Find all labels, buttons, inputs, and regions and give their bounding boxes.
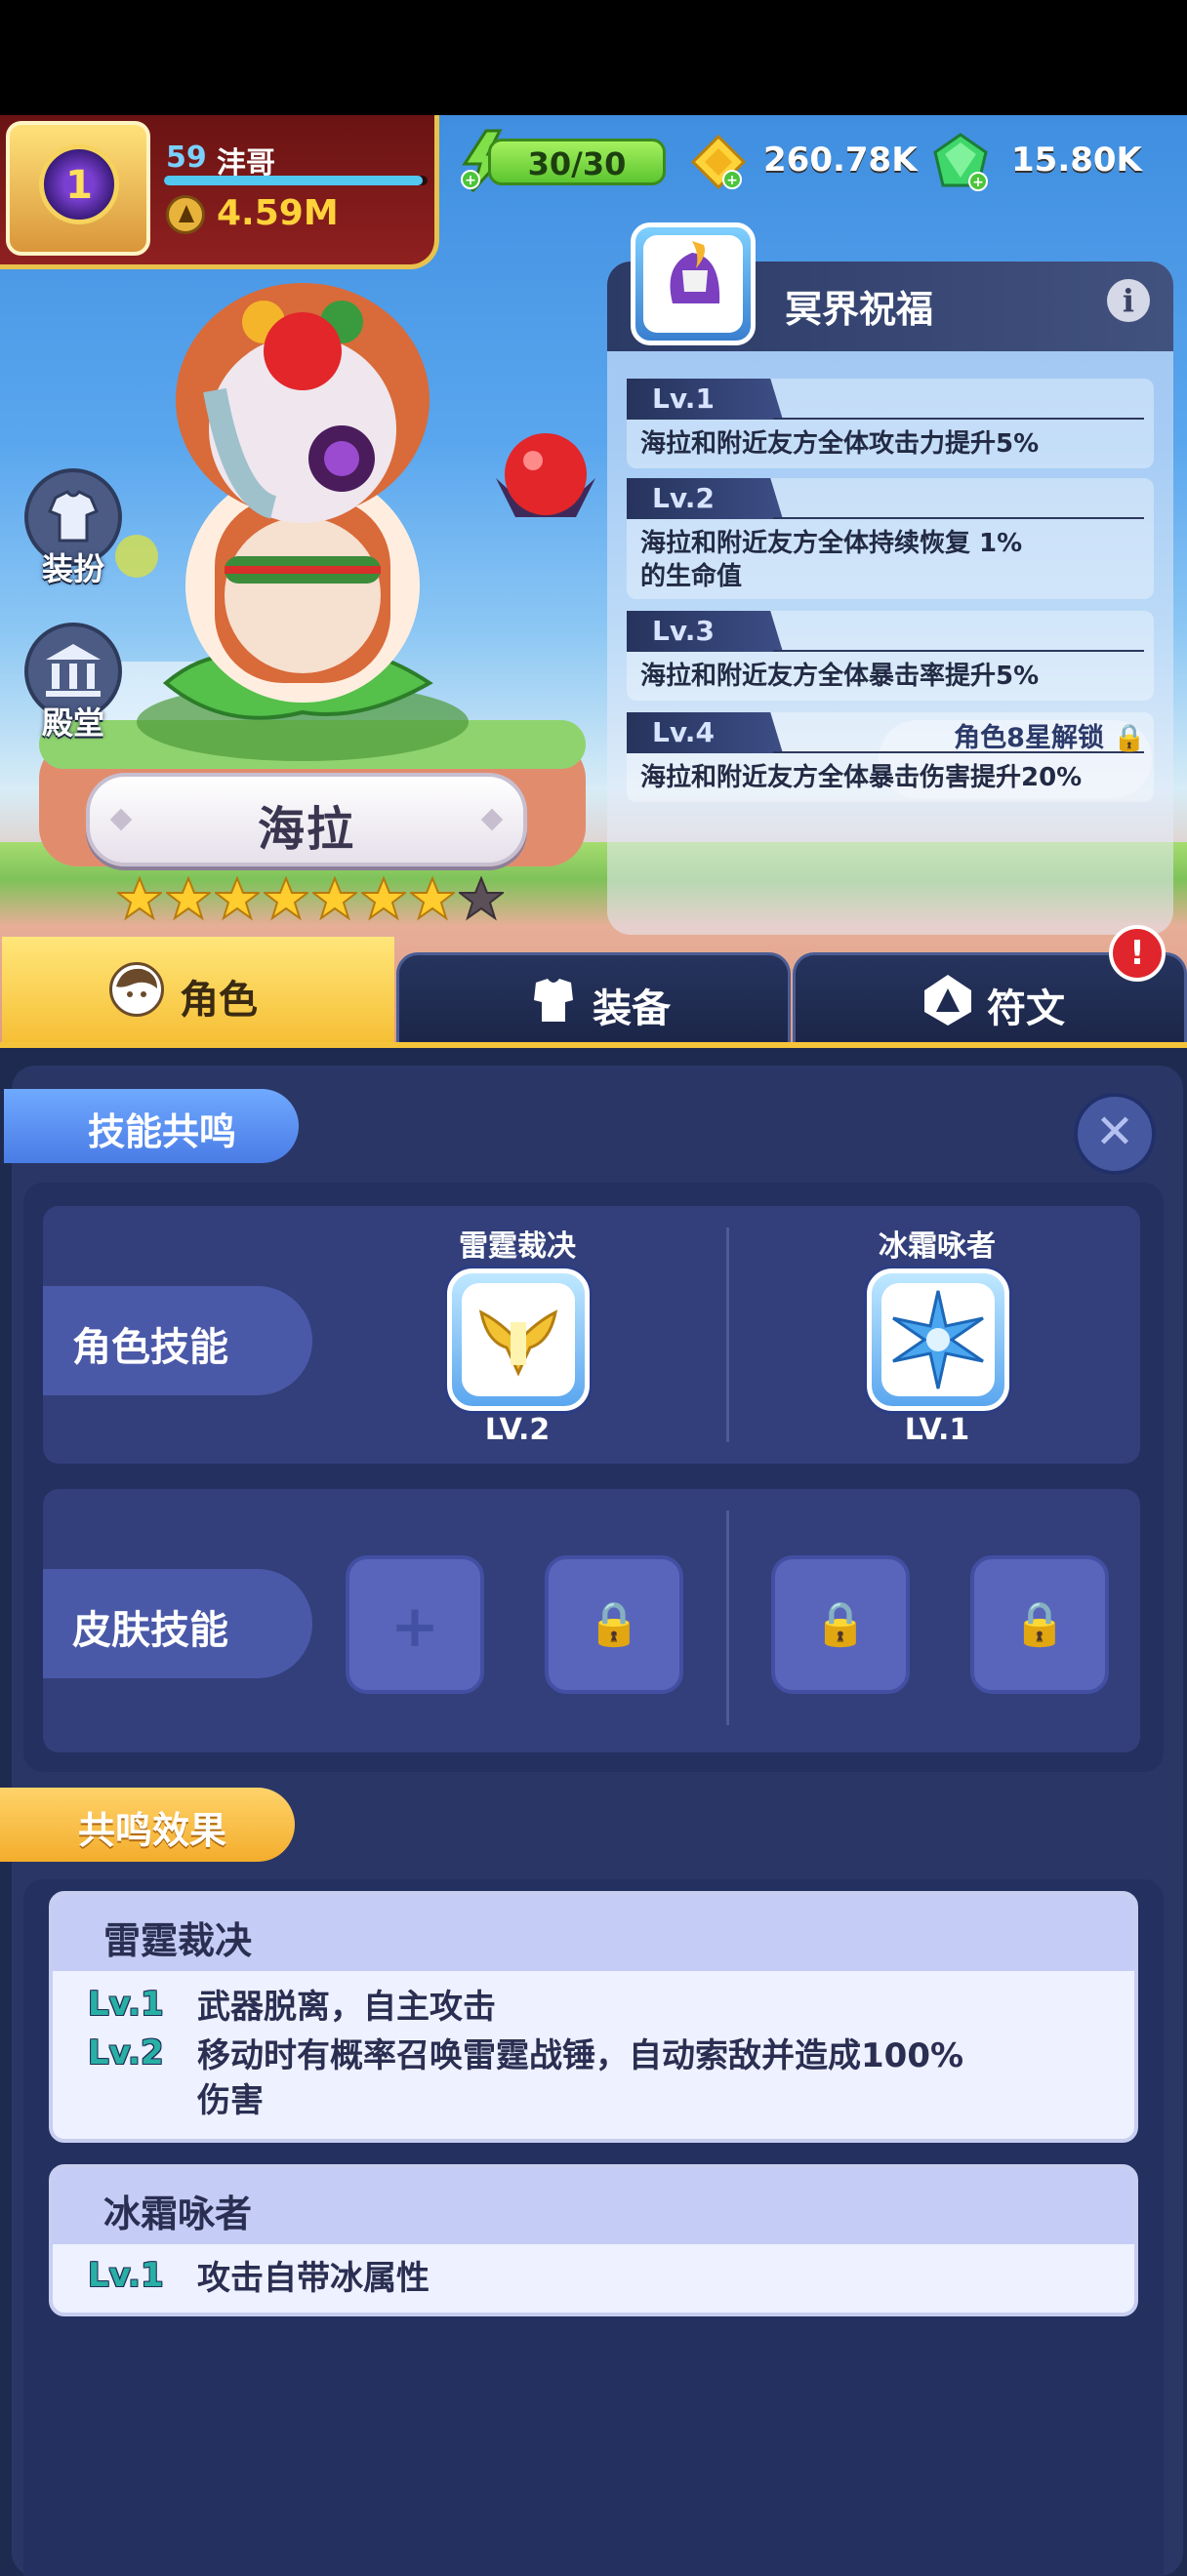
skin-skill-slot-locked: 🔒 bbox=[771, 1555, 910, 1694]
skill-name-frost: 冰霜咏者 bbox=[879, 1229, 996, 1264]
power-value: 4.59M bbox=[217, 193, 339, 233]
row-divider bbox=[726, 1510, 729, 1725]
unlock-text: 角色8星解锁 bbox=[954, 723, 1104, 753]
blessing-level-row: Lv.2 海拉和附近友方全体持续恢复 1% 的生命值 bbox=[627, 478, 1154, 599]
skill-resonance-title-tab: 技能共鸣 bbox=[4, 1089, 299, 1163]
resonance-effect-title-tab: 共鸣效果 bbox=[0, 1788, 295, 1862]
svg-text:+: + bbox=[465, 173, 476, 188]
star-filled-icon bbox=[117, 876, 162, 921]
info-icon[interactable]: i bbox=[1107, 279, 1150, 322]
gold-value: 260.78K bbox=[763, 141, 918, 180]
effect-row: Lv.1 攻击自带冰属性 bbox=[88, 2256, 1123, 2303]
blessing-level-description: 海拉和附近友方全体持续恢复 1% 的生命值 bbox=[640, 529, 1023, 591]
star-filled-icon bbox=[410, 876, 455, 921]
role-skill-label-tab: 角色技能 bbox=[43, 1286, 312, 1395]
hero-name-plate: 海拉 bbox=[86, 773, 527, 866]
effect-description: 移动时有概率召唤雷霆战锤，自动索敌并造成100% 伤害 bbox=[197, 2036, 964, 2120]
blessing-level-tag-text: Lv.4 bbox=[652, 716, 715, 748]
tab-role-label: 角色 bbox=[180, 978, 258, 1023]
frost-chanter-skill-icon[interactable] bbox=[867, 1268, 1009, 1411]
lock-icon: 🔒 bbox=[1113, 723, 1146, 753]
skill-level-frost: LV.1 bbox=[904, 1413, 970, 1447]
effect-card-title: 雷霆裁决 bbox=[103, 1919, 253, 1962]
effect-level: Lv.1 bbox=[88, 1985, 164, 2024]
tab-equipment[interactable]: 装备 bbox=[396, 952, 791, 1046]
skin-skill-label: 皮肤技能 bbox=[72, 1608, 228, 1653]
skin-skill-slot-add[interactable]: + bbox=[346, 1555, 484, 1694]
star-filled-icon bbox=[312, 876, 357, 921]
effect-level: Lv.2 bbox=[88, 2033, 164, 2073]
tab-role[interactable]: 角色 bbox=[2, 937, 394, 1046]
power-icon bbox=[166, 195, 205, 234]
tab-rune-label: 符文 bbox=[987, 986, 1065, 1031]
lock-icon: 🔒 bbox=[587, 1599, 641, 1649]
role-face-icon bbox=[109, 962, 164, 1017]
hero-character bbox=[115, 283, 469, 761]
blessing-level-tag: Lv.4 bbox=[627, 712, 783, 753]
gold-coin-icon[interactable]: + bbox=[689, 133, 748, 191]
blessing-level-tag-text: Lv.3 bbox=[652, 615, 715, 647]
rune-icon bbox=[921, 973, 975, 1027]
star-filled-icon bbox=[215, 876, 260, 921]
player-avatar[interactable]: 1 bbox=[6, 121, 150, 256]
lock-icon: 🔒 bbox=[1012, 1599, 1067, 1649]
green-gem-icon[interactable]: + bbox=[929, 131, 992, 193]
skin-skill-label-tab: 皮肤技能 bbox=[43, 1569, 312, 1678]
effect-row: Lv.2 移动时有概率召唤雷霆战锤，自动索敌并造成100% 伤害 bbox=[88, 2033, 1123, 2129]
alert-badge: ! bbox=[1109, 925, 1166, 982]
blessing-skill-icon[interactable] bbox=[631, 222, 756, 345]
star-filled-icon bbox=[264, 876, 308, 921]
blessing-title: 冥界祝福 bbox=[785, 288, 934, 331]
blessing-level-tag: Lv.2 bbox=[627, 478, 783, 519]
xp-bar bbox=[164, 176, 428, 185]
blessing-level-description: 海拉和附近友方全体攻击力提升5% bbox=[640, 429, 1040, 459]
blessing-level-row: Lv.3 海拉和附近友方全体暴击率提升5% bbox=[627, 611, 1154, 701]
avatar-rank: 1 bbox=[65, 163, 93, 208]
star-filled-icon bbox=[166, 876, 211, 921]
svg-text:+: + bbox=[972, 175, 984, 190]
star-empty-icon bbox=[459, 876, 504, 921]
skill-level-thunder: LV.2 bbox=[484, 1413, 551, 1447]
close-button[interactable]: ✕ bbox=[1074, 1093, 1156, 1175]
effect-card-thunder: 雷霆裁决 Lv.1 武器脱离，自主攻击 Lv.2 移动时有概率召唤雷霆战锤，自动… bbox=[49, 1891, 1138, 2143]
row-divider bbox=[726, 1228, 729, 1442]
effect-description: 武器脱离，自主攻击 bbox=[197, 1988, 496, 2027]
effect-row: Lv.1 武器脱离，自主攻击 bbox=[88, 1985, 1123, 2032]
tab-equipment-label: 装备 bbox=[593, 986, 671, 1031]
player-level: 59 bbox=[166, 141, 207, 175]
skin-skill-slot-locked: 🔒 bbox=[545, 1555, 683, 1694]
plus-icon: + bbox=[389, 1592, 440, 1661]
effect-card-title: 冰霜咏者 bbox=[103, 2193, 253, 2235]
effect-description: 攻击自带冰属性 bbox=[197, 2259, 430, 2298]
red-orb-artifact bbox=[496, 433, 595, 517]
resonance-effect-title: 共鸣效果 bbox=[78, 1809, 227, 1852]
armor-icon bbox=[526, 973, 581, 1027]
role-skill-label: 角色技能 bbox=[72, 1325, 228, 1370]
thunder-judgment-skill-icon[interactable] bbox=[447, 1268, 590, 1411]
hero-name: 海拉 bbox=[257, 802, 355, 857]
lock-icon: 🔒 bbox=[813, 1599, 868, 1649]
blessing-level-row: Lv.1 海拉和附近友方全体攻击力提升5% bbox=[627, 379, 1154, 468]
blessing-level-description: 海拉和附近友方全体暴击率提升5% bbox=[640, 662, 1040, 691]
blessing-unlock-requirement: 角色8星解锁 🔒 bbox=[954, 716, 1146, 754]
status-bar bbox=[0, 0, 1187, 115]
skin-skill-slot-locked: 🔒 bbox=[970, 1555, 1109, 1694]
blessing-level-tag: Lv.1 bbox=[627, 379, 783, 420]
skill-name-thunder: 雷霆裁决 bbox=[459, 1229, 576, 1264]
effect-level: Lv.1 bbox=[88, 2256, 164, 2295]
blessing-level-description: 海拉和附近友方全体暴击伤害提升20% bbox=[640, 763, 1083, 792]
star-filled-icon bbox=[361, 876, 406, 921]
svg-text:+: + bbox=[726, 173, 738, 188]
hero-star-rating bbox=[117, 876, 508, 921]
xp-fill bbox=[164, 176, 423, 185]
skill-resonance-title: 技能共鸣 bbox=[88, 1110, 237, 1153]
blessing-level-tag-text: Lv.2 bbox=[652, 482, 715, 514]
energy-counter: 30/30 bbox=[488, 139, 666, 185]
blessing-level-row: Lv.4 海拉和附近友方全体暴击伤害提升20% 角色8星解锁 🔒 bbox=[627, 712, 1154, 802]
gem-value: 15.80K bbox=[1011, 141, 1142, 180]
energy-value: 30/30 bbox=[527, 145, 627, 182]
effect-card-frost: 冰霜咏者 Lv.1 攻击自带冰属性 bbox=[49, 2164, 1138, 2316]
blessing-level-tag: Lv.3 bbox=[627, 611, 783, 652]
blessing-level-tag-text: Lv.1 bbox=[652, 382, 715, 415]
